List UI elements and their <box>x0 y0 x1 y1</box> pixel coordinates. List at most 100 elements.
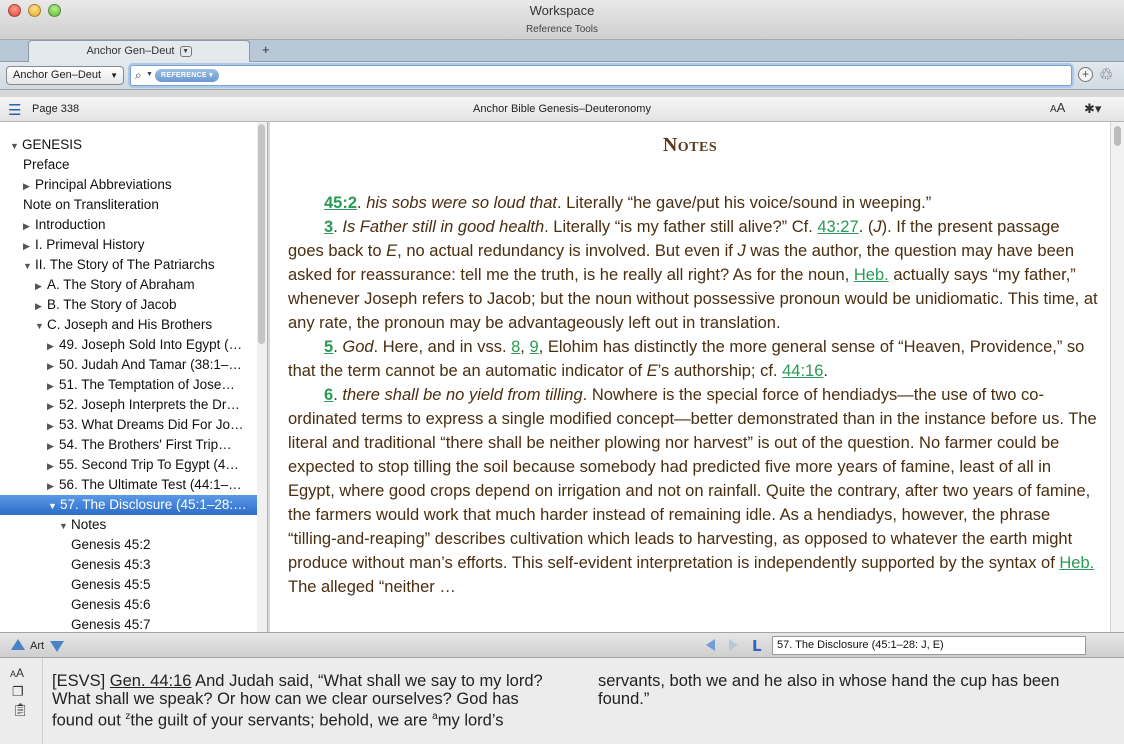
toc-item-label: GENESIS <box>22 137 83 152</box>
copy-icon[interactable]: ❐ <box>12 684 24 700</box>
disclosure-triangle-icon[interactable]: ▼ <box>48 496 60 515</box>
toc-item[interactable]: Genesis 45:7 <box>71 615 255 632</box>
toc-item[interactable]: ▼ Notes <box>59 515 255 535</box>
resource-select[interactable]: Anchor Gen–Deut ▼ <box>6 66 124 85</box>
disclosure-triangle-icon[interactable]: ▶ <box>47 456 59 475</box>
toc-item-label: Genesis 45:7 <box>71 617 151 632</box>
toc-item[interactable]: ▶ A. The Story of Abraham <box>35 275 255 295</box>
disclosure-triangle-icon[interactable]: ▶ <box>47 416 59 435</box>
disclosure-triangle-icon[interactable]: ▶ <box>23 216 35 235</box>
text: , no actual redundancy is involved. But … <box>397 242 738 260</box>
search-mode-label: REFERENCE <box>161 72 207 79</box>
disclosure-triangle-icon[interactable]: ▶ <box>47 436 59 455</box>
back-arrow-icon[interactable] <box>706 639 715 651</box>
disclosure-triangle-icon[interactable]: ▼ <box>35 316 47 335</box>
toc-item-label: II. The Story of The Patriarchs <box>35 257 215 272</box>
toc-item[interactable]: ▶ 55. Second Trip To Egypt (4… <box>47 455 255 475</box>
search-icon[interactable]: ⌕ <box>135 68 142 83</box>
add-icon[interactable]: + <box>1078 67 1093 82</box>
disclosure-triangle-icon[interactable]: ▶ <box>47 376 59 395</box>
disclosure-triangle-icon[interactable]: ▶ <box>23 236 35 255</box>
disclosure-triangle-icon[interactable]: ▶ <box>23 176 35 195</box>
text: . Nowhere is the special force of hendia… <box>288 386 1097 572</box>
abbreviation-link[interactable]: Heb. <box>854 266 889 284</box>
abbreviation-link[interactable]: Heb. <box>1059 554 1094 572</box>
preview-pane: AA ❐ 📋︎ [ESVS] Gen. 44:16 And Judah said… <box>0 658 1124 744</box>
disclosure-triangle-icon[interactable]: ▶ <box>47 476 59 495</box>
disclosure-triangle-icon[interactable]: ▼ <box>23 256 35 275</box>
toc-item[interactable]: Note on Transliteration <box>23 195 255 215</box>
preview-reference-link[interactable]: Gen. 44:16 <box>110 672 192 690</box>
location-link-icon[interactable]: L <box>752 637 762 655</box>
toc-item[interactable]: ▶ 50. Judah And Tamar (38:1–… <box>47 355 255 375</box>
search-options-icon[interactable]: ▼ <box>146 71 153 78</box>
toc-item[interactable]: Genesis 45:5 <box>71 575 255 595</box>
text-size-icon[interactable]: AA <box>1050 100 1065 115</box>
disclosure-triangle-icon[interactable]: ▼ <box>10 136 22 155</box>
toc-item[interactable]: ▼ C. Joseph and His Brothers <box>35 315 255 335</box>
toc-scrollbar-thumb[interactable] <box>258 124 265 344</box>
tab-dropdown-icon[interactable]: ▼ <box>179 45 192 57</box>
reader-scrollbar[interactable] <box>1110 122 1124 632</box>
toc-item[interactable]: Preface <box>23 155 255 175</box>
toc-item[interactable]: ▶ 49. Joseph Sold Into Egypt (… <box>47 335 255 355</box>
text-size-icon[interactable]: AA <box>10 666 24 680</box>
toc-item[interactable]: ▶ Principal Abbreviations <box>23 175 255 195</box>
forward-arrow-icon[interactable] <box>729 639 738 651</box>
note-paragraph: 5. God. Here, and in vss. 8, 9, Elohim h… <box>288 338 1085 380</box>
location-field[interactable]: 57. The Disclosure (45:1–28: J, E) <box>772 636 1086 655</box>
toc-item[interactable]: ▼ GENESIS <box>10 135 255 155</box>
toc-item[interactable]: ▶ 53. What Dreams Did For Jo… <box>47 415 255 435</box>
disclosure-triangle-icon[interactable]: ▶ <box>47 396 59 415</box>
search-mode-pill[interactable]: REFERENCE ▾ <box>155 69 219 82</box>
toc-item[interactable]: Genesis 45:2 <box>71 535 255 555</box>
cross-reference-link[interactable]: 8 <box>511 338 520 356</box>
disclosure-triangle-icon[interactable]: ▼ <box>59 516 71 535</box>
search-input[interactable] <box>231 68 1061 83</box>
verse-link[interactable]: 45:2 <box>324 194 357 212</box>
recycle-icon[interactable]: ♲ <box>1099 65 1113 85</box>
search-box[interactable]: ⌕ ▼ REFERENCE ▾ <box>130 65 1072 86</box>
toc-item-label: I. Primeval History <box>35 237 145 252</box>
verse-link[interactable]: 5 <box>324 338 333 356</box>
lemma: Is Father still in good health <box>342 218 545 236</box>
disclosure-triangle-icon[interactable]: ▶ <box>47 356 59 375</box>
toc-item-label: Introduction <box>35 217 106 232</box>
toc-item[interactable]: ▶ 51. The Temptation of Jose… <box>47 375 255 395</box>
toc-item-label: Genesis 45:6 <box>71 597 151 612</box>
toc-item-label: 54. The Brothers' First Trip… <box>59 437 232 452</box>
add-tab-button[interactable]: + <box>262 42 270 57</box>
previous-art-icon[interactable] <box>11 639 25 650</box>
clipboard-icon[interactable]: 📋︎ <box>12 702 29 718</box>
toc-item[interactable]: ▶ B. The Story of Jacob <box>35 295 255 315</box>
disclosure-triangle-icon[interactable]: ▶ <box>47 336 59 355</box>
verse-link[interactable]: 3 <box>324 218 333 236</box>
table-of-contents: ▼ GENESIS Preface ▶ Principal Abbreviation… <box>0 122 268 632</box>
toc-scrollbar[interactable] <box>257 122 267 632</box>
chevron-down-icon: ▼ <box>110 71 118 80</box>
disclosure-triangle-icon[interactable]: ▶ <box>35 296 47 315</box>
toc-item-label: B. The Story of Jacob <box>47 297 177 312</box>
toc-item[interactable]: ▶ 54. The Brothers' First Trip… <box>47 435 255 455</box>
source-siglum: E <box>386 242 398 260</box>
disclosure-triangle-icon[interactable]: ▶ <box>35 276 47 295</box>
toc-item-label: Preface <box>23 157 70 172</box>
toc-item[interactable]: ▶ 56. The Ultimate Test (44:1–… <box>47 475 255 495</box>
tab-label: Anchor Gen–Deut <box>86 45 175 57</box>
toc-item[interactable]: Genesis 45:6 <box>71 595 255 615</box>
toc-item[interactable]: ▶ I. Primeval History <box>23 235 255 255</box>
verse-link[interactable]: 6 <box>324 386 333 404</box>
toc-item[interactable]: ▼ II. The Story of The Patriarchs <box>23 255 255 275</box>
toc-item[interactable]: Genesis 45:3 <box>71 555 255 575</box>
toc-item[interactable]: ▶ Introduction <box>23 215 255 235</box>
panel-menu-gear-icon[interactable]: ✱▾ <box>1084 101 1101 117</box>
toc-item-selected[interactable]: ▼ 57. The Disclosure (45:1–28:… <box>0 495 258 515</box>
cross-reference-link[interactable]: 44:16 <box>782 362 823 380</box>
tab-anchor-gen-deut[interactable]: Anchor Gen–Deut ▼ <box>28 40 250 62</box>
cross-reference-link[interactable]: 9 <box>529 338 538 356</box>
cross-reference-link[interactable]: 43:27 <box>817 218 858 236</box>
toc-item[interactable]: ▶ 52. Joseph Interprets the Dr… <box>47 395 255 415</box>
reader-scrollbar-thumb[interactable] <box>1114 126 1121 146</box>
next-art-icon[interactable] <box>50 641 64 652</box>
text: The alleged “neither … <box>288 578 456 596</box>
